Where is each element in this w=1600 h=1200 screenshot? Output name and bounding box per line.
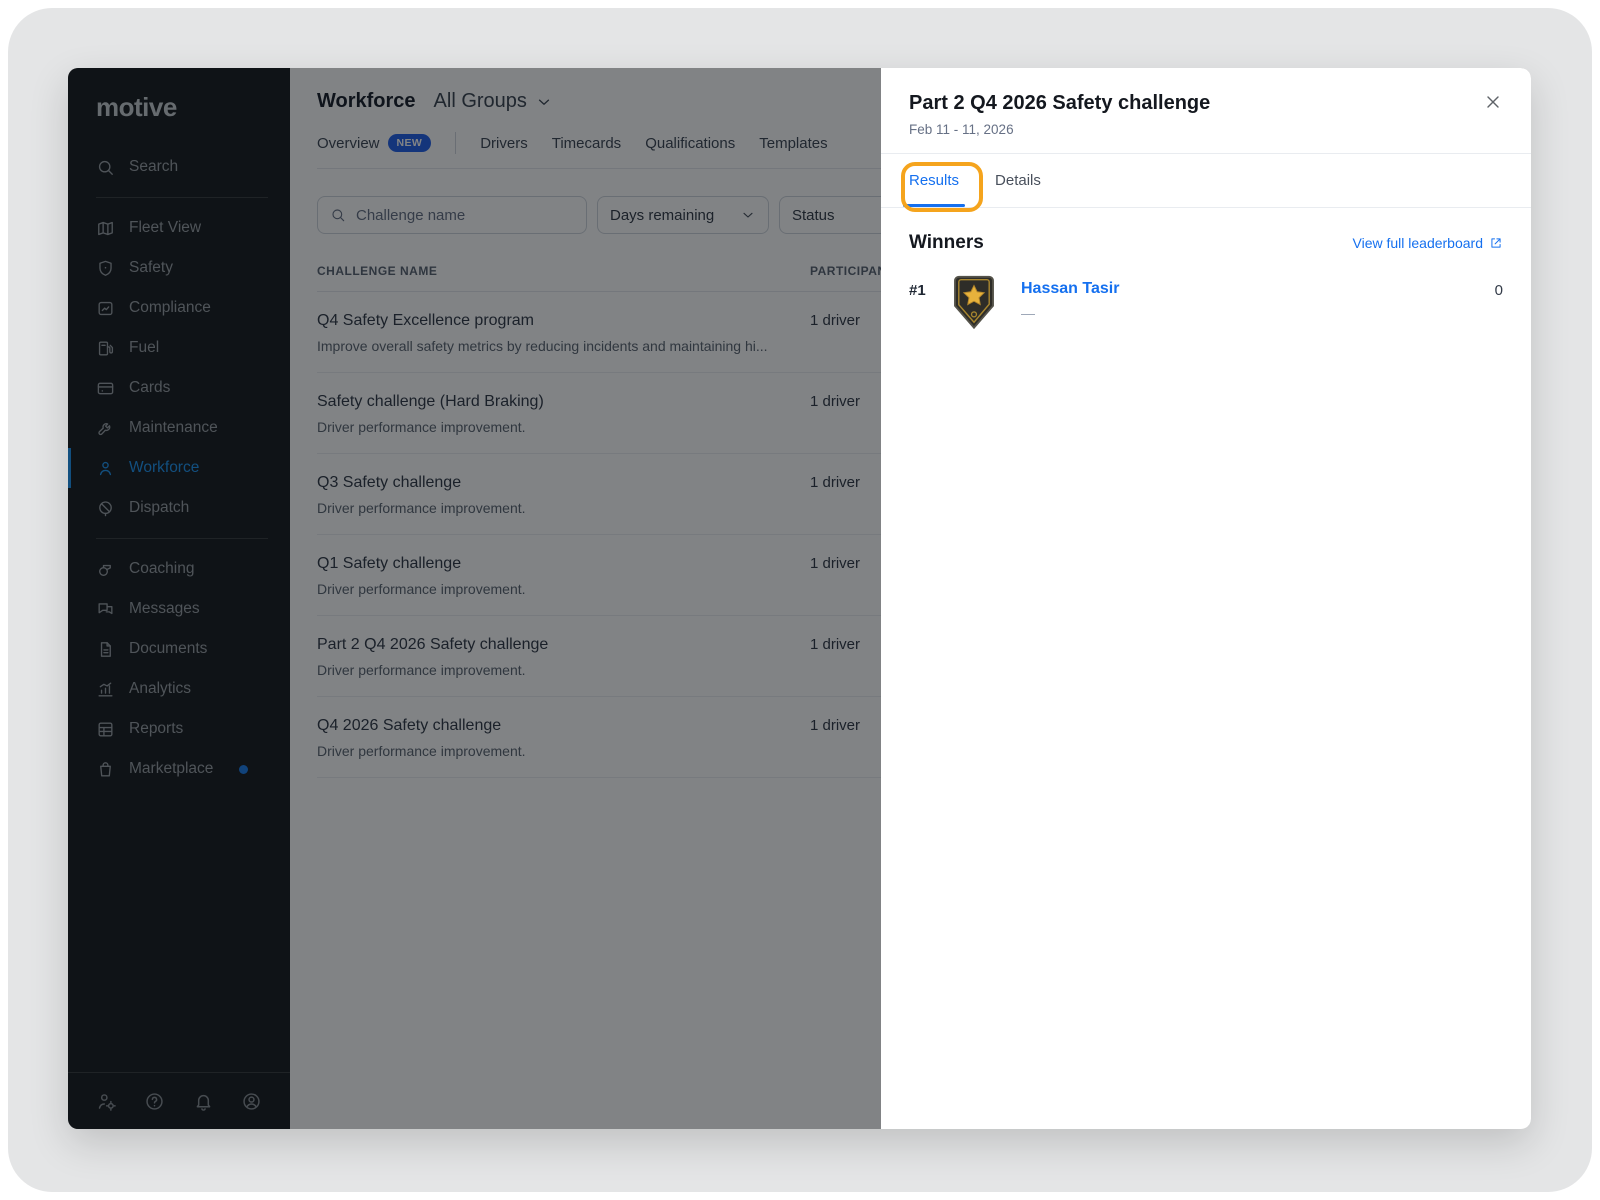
winner-secondary: —	[1021, 305, 1119, 321]
winner-score: 0	[1495, 282, 1503, 299]
panel-header: Part 2 Q4 2026 Safety challenge Feb 11 -…	[881, 68, 1531, 154]
external-link-icon	[1489, 236, 1503, 250]
view-full-leaderboard-link[interactable]: View full leaderboard	[1353, 235, 1504, 251]
close-button[interactable]	[1479, 90, 1507, 118]
winner-rank: #1	[909, 282, 943, 299]
winners-header: Winners View full leaderboard	[909, 232, 1503, 254]
challenge-detail-panel: Part 2 Q4 2026 Safety challenge Feb 11 -…	[881, 68, 1531, 1129]
panel-date-range: Feb 11 - 11, 2026	[909, 122, 1503, 137]
winner-badge-icon	[949, 274, 999, 331]
winners-section: Winners View full leaderboard #1 Hassan …	[881, 208, 1531, 355]
winner-name-link[interactable]: Hassan Tasir	[1021, 280, 1119, 298]
panel-tab-label: Results	[909, 172, 959, 189]
winner-row: #1 Hassan Tasir — 0	[909, 274, 1503, 331]
panel-title: Part 2 Q4 2026 Safety challenge	[909, 92, 1503, 115]
panel-tab-label: Details	[995, 172, 1041, 189]
panel-tab-results[interactable]: Results	[909, 154, 959, 207]
panel-tabs: Results Details	[881, 154, 1531, 208]
close-icon	[1483, 92, 1503, 117]
app-window: motive Search Fleet View Safety	[68, 68, 1531, 1129]
winners-heading: Winners	[909, 232, 984, 254]
view-full-leaderboard-label: View full leaderboard	[1353, 235, 1484, 251]
panel-tab-details[interactable]: Details	[995, 154, 1041, 207]
